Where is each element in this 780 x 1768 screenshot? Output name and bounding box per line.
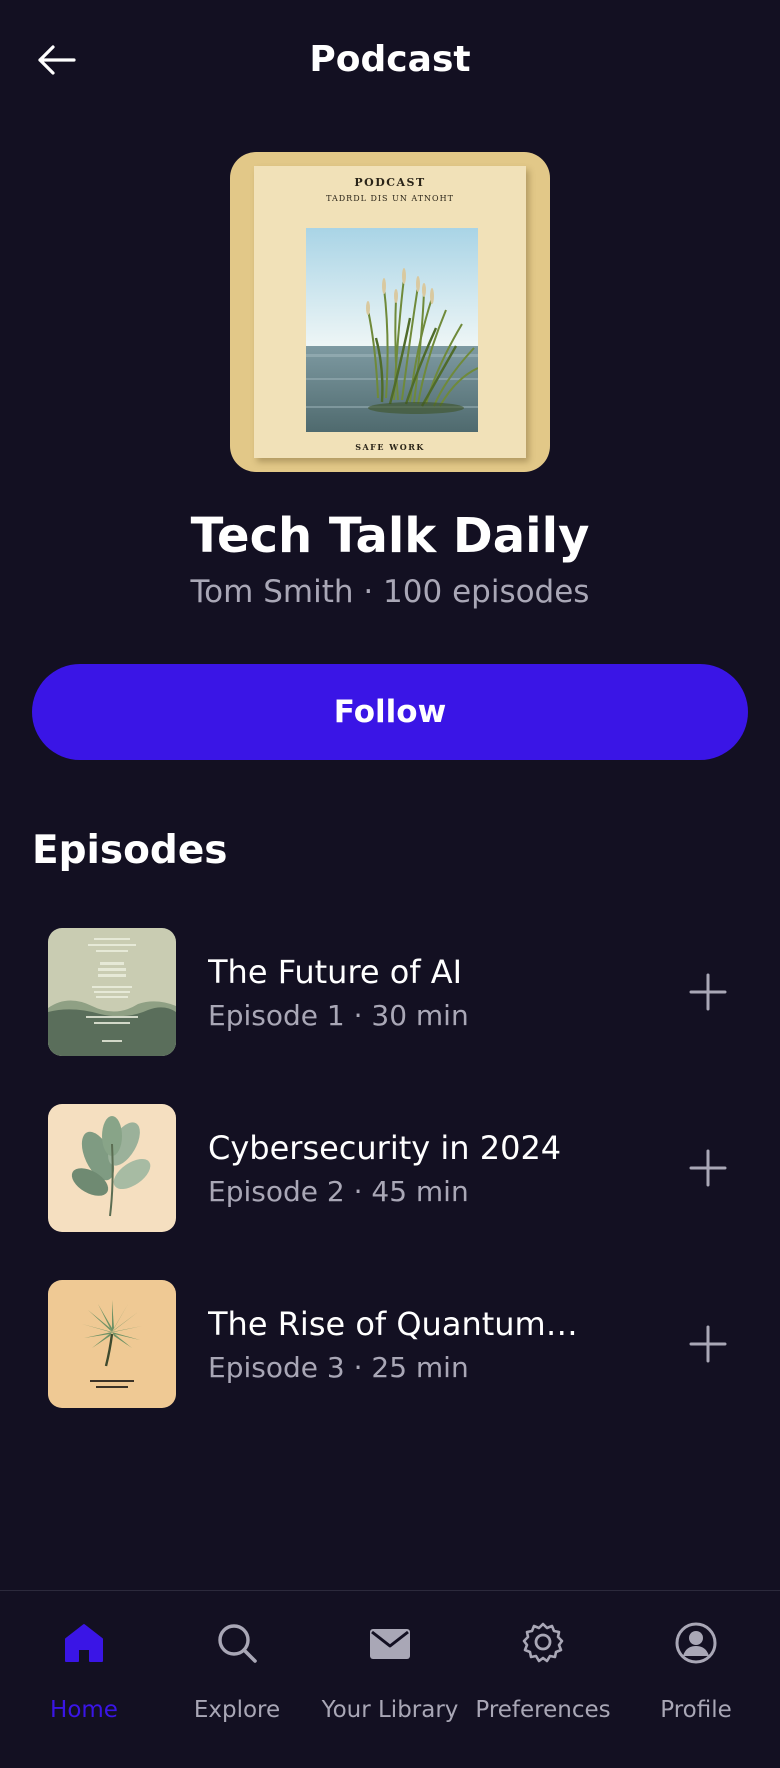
top-bar: Podcast — [0, 0, 780, 122]
episode-title: Cybersecurity in 2024 — [208, 1129, 562, 1167]
nav-item-your-library[interactable]: Your Library — [312, 1591, 468, 1768]
nav-item-home[interactable]: Home — [6, 1591, 162, 1768]
episode-title: The Future of AI — [208, 953, 463, 991]
add-episode-button[interactable] — [678, 1314, 738, 1374]
cover-sub-label: TADRDL DIS UN ATNOHT — [326, 194, 454, 203]
episode-meta: Episode 1 · 30 min — [208, 999, 469, 1032]
cover-top-label: PODCAST — [354, 176, 426, 189]
add-episode-button[interactable] — [678, 962, 738, 1022]
mail-icon — [366, 1619, 414, 1667]
episode-1-art-image — [48, 928, 176, 1056]
plus-icon — [689, 1149, 727, 1187]
home-icon — [60, 1619, 108, 1667]
gear-icon — [519, 1619, 567, 1667]
bottom-nav: Home Explore Your Library Preferences Pr… — [0, 1590, 780, 1768]
follow-button[interactable]: Follow — [32, 664, 748, 760]
nav-label: Home — [50, 1697, 118, 1723]
episode-item[interactable]: Cybersecurity in 2024 Episode 2 · 45 min — [48, 1104, 748, 1232]
episode-title: The Rise of Quantum… — [208, 1305, 578, 1343]
cover-photo — [306, 228, 478, 432]
episode-thumbnail — [48, 1280, 176, 1408]
nav-item-profile[interactable]: Profile — [618, 1591, 774, 1768]
nav-item-explore[interactable]: Explore — [159, 1591, 315, 1768]
cover-poster: PODCAST TADRDL DIS UN ATNOHT SAFE WORK — [254, 166, 526, 458]
nav-label: Your Library — [321, 1697, 459, 1723]
episode-2-art-image — [48, 1104, 176, 1232]
podcast-meta: Tom Smith · 100 episodes — [190, 574, 590, 610]
user-circle-icon — [672, 1619, 720, 1667]
episode-meta: Episode 2 · 45 min — [208, 1175, 469, 1208]
podcast-cover-art: PODCAST TADRDL DIS UN ATNOHT SAFE WORK — [230, 152, 550, 472]
nav-label: Explore — [193, 1697, 281, 1723]
reeds-photo-image — [306, 228, 478, 432]
episodes-heading: Episodes — [32, 828, 228, 873]
nav-label: Profile — [660, 1697, 732, 1723]
plus-icon — [689, 973, 727, 1011]
episode-item[interactable]: The Rise of Quantum… Episode 3 · 25 min — [48, 1280, 748, 1408]
add-episode-button[interactable] — [678, 1138, 738, 1198]
episode-3-art-image — [48, 1280, 176, 1408]
search-icon — [213, 1619, 261, 1667]
nav-item-preferences[interactable]: Preferences — [465, 1591, 621, 1768]
episode-meta: Episode 3 · 25 min — [208, 1351, 469, 1384]
episode-thumbnail — [48, 928, 176, 1056]
podcast-title: Tech Talk Daily — [190, 508, 590, 564]
plus-icon — [689, 1325, 727, 1363]
page-title: Podcast — [309, 39, 471, 80]
cover-bottom-label: SAFE WORK — [355, 442, 425, 452]
episode-thumbnail — [48, 1104, 176, 1232]
nav-label: Preferences — [475, 1697, 611, 1723]
episode-item[interactable]: The Future of AI Episode 1 · 30 min — [48, 928, 748, 1056]
